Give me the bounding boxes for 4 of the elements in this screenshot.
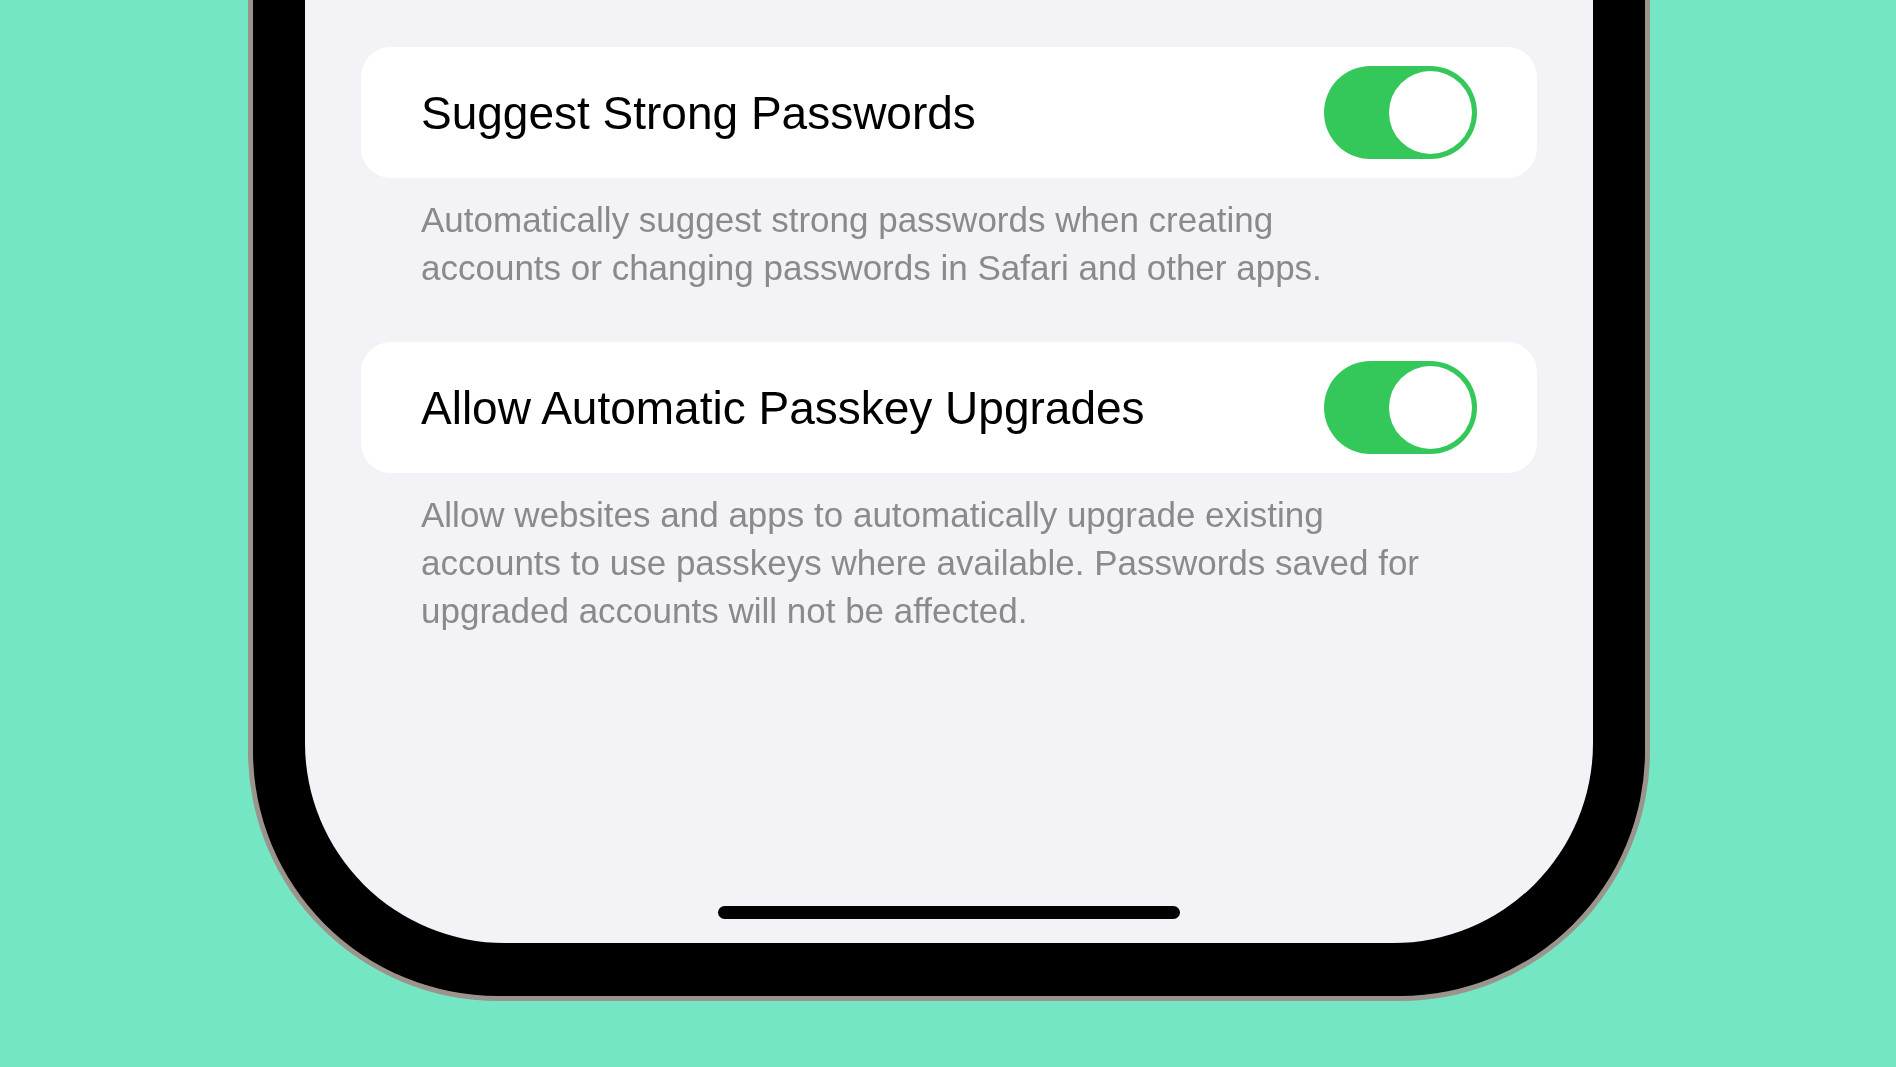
setting-label: Suggest Strong Passwords	[421, 85, 976, 140]
setting-description: Automatically suggest strong passwords when creating accounts or changing passwords in Safari and other apps.	[421, 199, 1323, 289]
setting-label: Allow Automatic Passkey Upgrades	[421, 380, 1145, 435]
setting-description: Allow websites and apps to automatically upgrade existing accounts to use passkeys where available. Passwords saved for upgraded accounts will not be affected.	[421, 494, 1420, 632]
